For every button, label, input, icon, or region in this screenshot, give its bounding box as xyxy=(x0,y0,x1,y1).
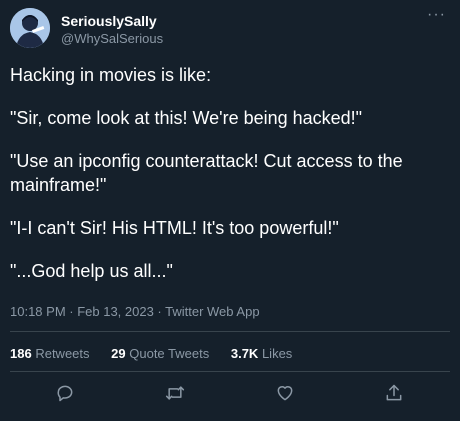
tweet-stats: 186 Retweets 29 Quote Tweets 3.7K Likes xyxy=(10,346,310,361)
more-icon[interactable]: ··· xyxy=(427,7,446,23)
likes-count: 3.7K xyxy=(230,346,259,361)
tweet-header: SeriouslySally @WhySalSerious ··· xyxy=(10,7,450,56)
likes-label: Likes xyxy=(261,346,293,361)
likes-stat[interactable]: 3.7K Likes xyxy=(231,346,292,361)
like-icon[interactable] xyxy=(275,383,295,403)
retweet-icon[interactable] xyxy=(165,383,185,403)
divider xyxy=(10,331,450,332)
share-icon[interactable] xyxy=(384,383,404,403)
tweet-paragraph: "Use an ipconfig counterattack! Cut acce… xyxy=(10,151,403,195)
tweet-timestamp[interactable]: 10:18 PM · Feb 13, 2023 · Twitter Web Ap… xyxy=(10,304,260,319)
tweet-text: Hacking in movies is like: "Sir, come lo… xyxy=(10,63,450,302)
retweets-count: 186 xyxy=(10,346,32,361)
quote-tweets-stat[interactable]: 29 Quote Tweets xyxy=(111,346,209,361)
divider xyxy=(10,371,450,372)
quotes-count: 29 xyxy=(111,346,126,361)
retweets-stat[interactable]: 186 Retweets xyxy=(10,346,90,361)
tweet-paragraph: "...God help us all..." xyxy=(10,261,173,281)
avatar[interactable] xyxy=(10,8,50,48)
user-handle[interactable]: @WhySalSerious xyxy=(61,31,163,46)
tweet-paragraph: "I-I can't Sir! His HTML! It's too power… xyxy=(10,218,339,238)
tweet-paragraph: Hacking in movies is like: xyxy=(10,65,212,85)
display-name[interactable]: SeriouslySally xyxy=(61,13,157,29)
quotes-label: Quote Tweets xyxy=(129,346,210,361)
retweets-label: Retweets xyxy=(35,346,90,361)
reply-icon[interactable] xyxy=(55,383,75,403)
tweet-actions xyxy=(0,383,460,405)
tweet-paragraph: "Sir, come look at this! We're being hac… xyxy=(10,108,363,128)
